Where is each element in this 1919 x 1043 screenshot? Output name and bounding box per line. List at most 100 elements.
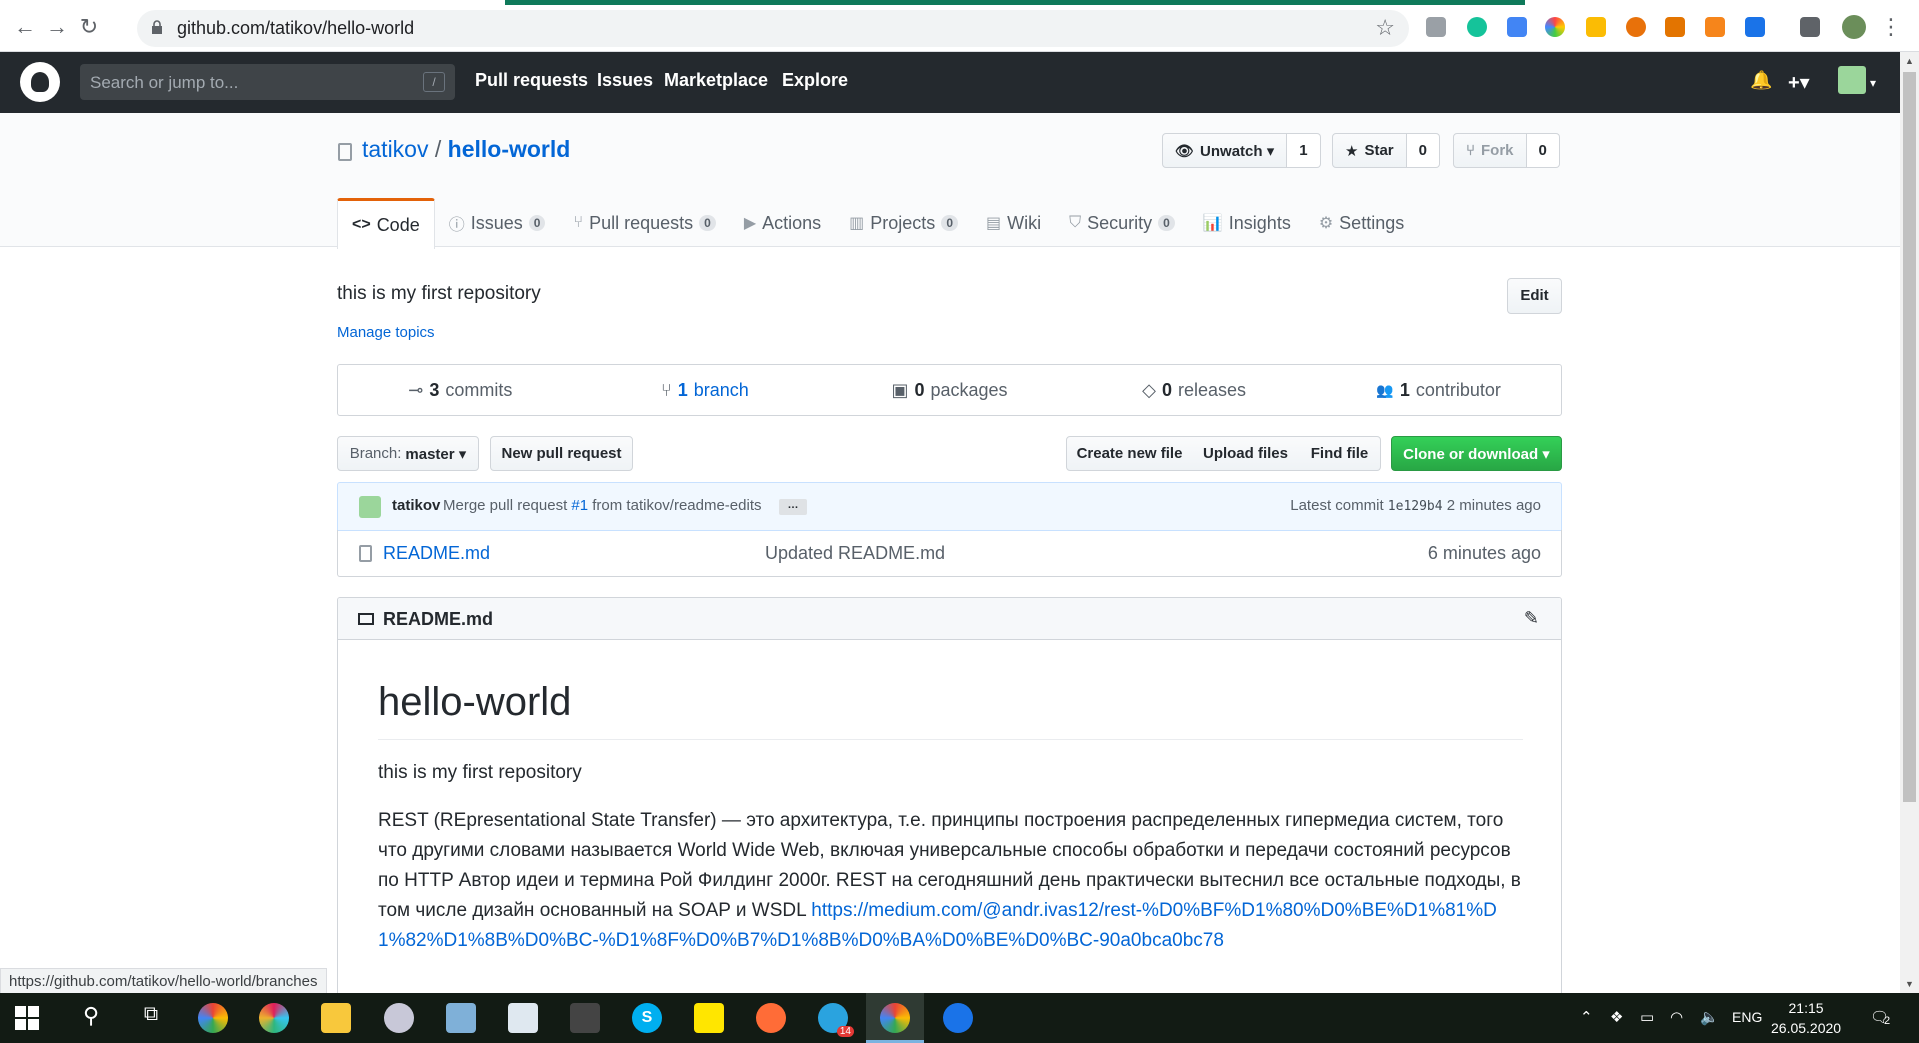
nav-marketplace[interactable]: Marketplace <box>664 70 768 91</box>
skype-icon[interactable]: S <box>632 1003 662 1033</box>
file-age: 6 minutes ago <box>1427 543 1541 563</box>
bookmark-star-icon[interactable]: ☆ <box>1375 15 1395 41</box>
tab-security[interactable]: ⛉ Security 0 <box>1055 198 1189 248</box>
user-avatar[interactable] <box>1838 66 1866 94</box>
create-new-file-button[interactable]: Create new file <box>1066 436 1193 471</box>
image-viewer-icon[interactable] <box>508 1003 538 1033</box>
extension-tag-icon[interactable] <box>1665 17 1685 37</box>
extension-keep-icon[interactable] <box>1586 17 1606 37</box>
scroll-up-arrow-icon[interactable]: ▲ <box>1905 56 1914 66</box>
find-file-button[interactable]: Find file <box>1299 436 1381 471</box>
extension-chrome-icon[interactable] <box>1626 17 1646 37</box>
commit-sha-link[interactable]: 1e129b4 <box>1388 499 1443 514</box>
extension-grammarly-icon[interactable] <box>1467 17 1487 37</box>
extension-translate-icon[interactable] <box>1507 17 1527 37</box>
profile-avatar[interactable] <box>1842 15 1866 39</box>
contributors-link[interactable]: 👥 1 contributor <box>1316 365 1561 415</box>
avatar-caret-icon[interactable]: ▾ <box>1870 76 1876 90</box>
commit-message[interactable]: Merge pull request #1 from tatikov/readm… <box>443 497 762 514</box>
tray-chevron-icon[interactable]: ⌃ <box>1580 1008 1593 1026</box>
star-button[interactable]: ★ Star <box>1332 133 1407 168</box>
notifications-bell-icon[interactable]: 🔔 <box>1750 70 1772 91</box>
active-app-highlight[interactable] <box>866 993 924 1043</box>
volume-icon[interactable]: 🔈 <box>1700 1008 1719 1026</box>
extension-paw-icon[interactable] <box>1426 17 1446 37</box>
packages-link[interactable]: ▣ 0 packages <box>827 365 1072 415</box>
github-logo-icon[interactable] <box>20 62 60 102</box>
chrome-profile-taskbar-icon[interactable] <box>880 1003 910 1033</box>
releases-link[interactable]: ◇ 0 releases <box>1072 365 1317 415</box>
sticky-notes-icon[interactable] <box>694 1003 724 1033</box>
tab-label: Settings <box>1339 212 1405 233</box>
forward-button[interactable]: → <box>44 14 70 40</box>
create-new-dropdown[interactable]: +▾ <box>1788 70 1810 95</box>
nav-explore[interactable]: Explore <box>782 70 848 91</box>
back-button[interactable]: ← <box>12 14 38 40</box>
tab-issues[interactable]: ⓘ Issues 0 <box>435 198 560 248</box>
system-clock[interactable]: 21:15 26.05.2020 <box>1771 998 1841 1038</box>
dropbox-icon[interactable]: ❖ <box>1610 1008 1623 1026</box>
wifi-icon[interactable]: ◠ <box>1670 1008 1683 1026</box>
notepad-taskbar-icon[interactable] <box>446 1003 476 1033</box>
file-commit-message[interactable]: Updated README.md <box>765 543 945 564</box>
tab-code[interactable]: <> Code <box>337 198 435 249</box>
nav-pull-requests[interactable]: Pull requests <box>475 70 588 91</box>
extension-playlist-icon[interactable] <box>1800 17 1820 37</box>
repo-owner-link[interactable]: tatikov <box>362 136 428 162</box>
chrome-menu-icon[interactable]: ⋮ <box>1880 14 1902 40</box>
reload-button[interactable]: ↻ <box>76 14 102 40</box>
upload-files-button[interactable]: Upload files <box>1192 436 1300 471</box>
unwatch-button[interactable]: 👁 Unwatch ▾ <box>1162 133 1288 168</box>
edit-description-button[interactable]: Edit <box>1507 278 1562 314</box>
manage-topics-link[interactable]: Manage topics <box>337 324 435 341</box>
battery-icon[interactable]: ▭ <box>1640 1008 1654 1026</box>
tab-settings[interactable]: ⚙ Settings <box>1305 198 1418 248</box>
file-name-link[interactable]: README.md <box>383 543 490 564</box>
address-bar[interactable]: github.com/tatikov/hello-world ☆ <box>137 10 1409 47</box>
repo-name-link[interactable]: hello-world <box>448 136 571 162</box>
extension-metamask-icon[interactable] <box>1705 17 1725 37</box>
star-count[interactable]: 0 <box>1406 133 1440 168</box>
search-input[interactable]: Search or jump to... / <box>80 64 455 100</box>
maps-taskbar-icon[interactable] <box>943 1003 973 1033</box>
task-view-icon[interactable]: ⧉ <box>136 1003 166 1033</box>
tab-label: Actions <box>762 212 822 233</box>
extension-color-icon[interactable] <box>1545 17 1565 37</box>
expand-commit-button[interactable]: … <box>779 499 807 515</box>
scroll-down-arrow-icon[interactable]: ▼ <box>1905 979 1914 989</box>
commit-pr-link[interactable]: #1 <box>571 497 588 514</box>
postman-icon[interactable] <box>756 1003 786 1033</box>
tab-pull-requests[interactable]: ⑂ Pull requests 0 <box>559 198 729 248</box>
readme-header: README.md ✎ <box>338 598 1561 640</box>
summary-count: 0 <box>914 379 925 400</box>
commit-author[interactable]: tatikov <box>392 497 440 514</box>
page-scrollbar[interactable]: ▲ ▼ <box>1900 52 1919 993</box>
branch-select[interactable]: Branch: master ▾ <box>337 436 479 471</box>
windows-start-icon[interactable] <box>15 1006 39 1030</box>
nav-issues[interactable]: Issues <box>597 70 653 91</box>
telegram-icon[interactable]: 14 <box>818 1003 854 1037</box>
language-indicator[interactable]: ENG <box>1732 1009 1762 1025</box>
scrollbar-thumb[interactable] <box>1903 72 1916 802</box>
pencil-icon[interactable]: ✎ <box>1524 608 1539 629</box>
tab-wiki[interactable]: ▤ Wiki <box>972 198 1055 248</box>
fork-count[interactable]: 0 <box>1526 133 1560 168</box>
chrome-taskbar-icon[interactable] <box>198 1003 228 1033</box>
tab-actions[interactable]: ▶ Actions <box>730 198 835 248</box>
calculator-icon[interactable] <box>570 1003 600 1033</box>
paint-taskbar-icon[interactable] <box>384 1003 414 1033</box>
extension-id-icon[interactable] <box>1745 17 1765 37</box>
slack-taskbar-icon[interactable] <box>259 1003 289 1033</box>
new-pull-request-button[interactable]: New pull request <box>490 436 633 471</box>
tab-insights[interactable]: 📊 Insights <box>1189 198 1305 248</box>
commits-link[interactable]: ⊸ 3 commits <box>338 365 583 415</box>
commit-author-avatar[interactable] <box>359 496 381 518</box>
branches-link[interactable]: ⑂ 1 branch <box>583 365 828 415</box>
tab-projects[interactable]: ▥ Projects 0 <box>835 198 972 248</box>
file-explorer-icon[interactable] <box>321 1003 351 1033</box>
clone-or-download-button[interactable]: Clone or download ▾ <box>1391 436 1562 471</box>
search-icon[interactable]: ⚲ <box>76 1003 106 1033</box>
summary-count: 1 <box>677 379 688 400</box>
fork-button[interactable]: ⑂ Fork <box>1453 133 1527 168</box>
watch-count[interactable]: 1 <box>1287 133 1321 168</box>
